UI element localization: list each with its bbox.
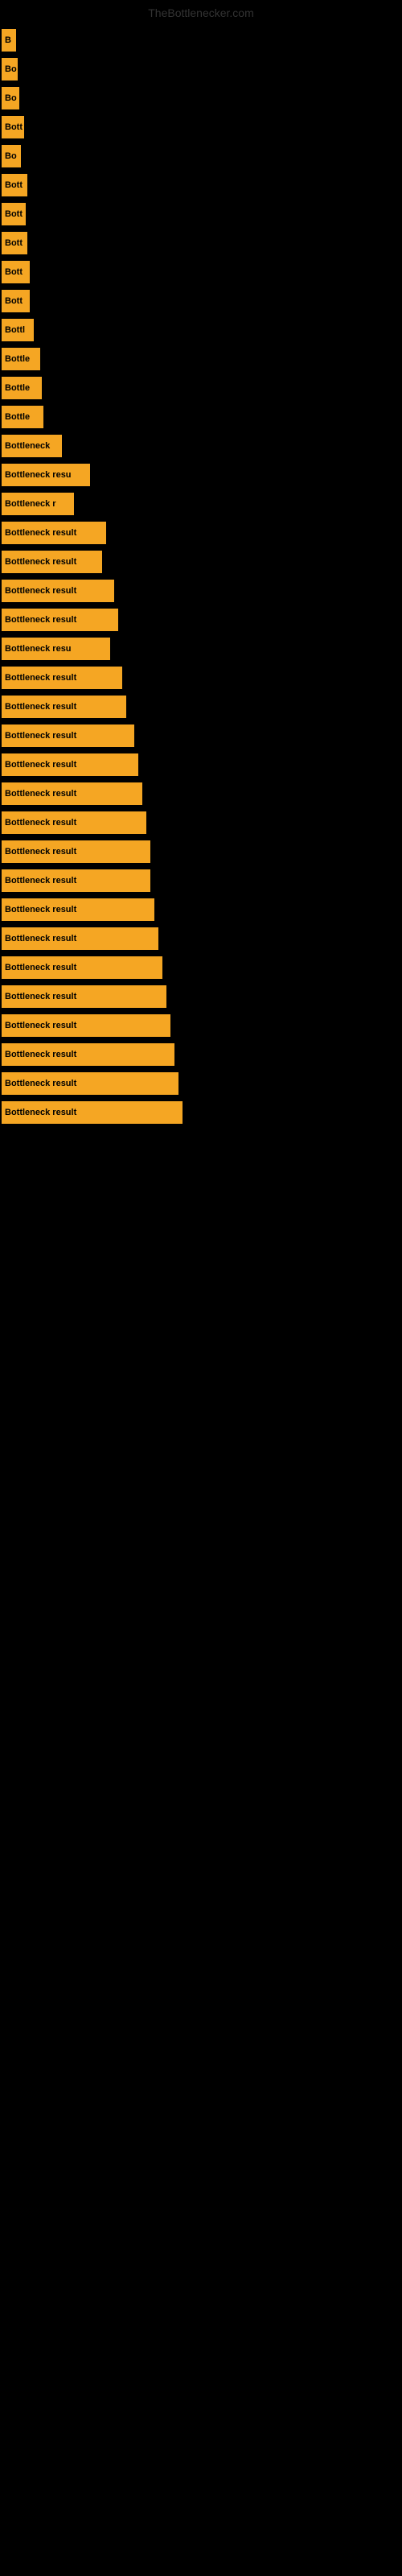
- list-item: Bottleneck result: [0, 547, 402, 576]
- bottleneck-bar: Bottleneck result: [2, 956, 162, 979]
- site-title: TheBottlenecker.com: [0, 0, 402, 26]
- bottleneck-bar: Bottle: [2, 377, 42, 399]
- bottleneck-bar: Bottleneck result: [2, 522, 106, 544]
- bottleneck-bar: Bo: [2, 145, 21, 167]
- list-item: Bott: [0, 200, 402, 229]
- list-item: Bottleneck: [0, 431, 402, 460]
- list-item: Bottleneck result: [0, 1069, 402, 1098]
- list-item: Bott: [0, 113, 402, 142]
- bottleneck-bar: Bottleneck result: [2, 580, 114, 602]
- bottleneck-bar: Bottleneck result: [2, 1072, 178, 1095]
- bottleneck-bar: Bottleneck result: [2, 1101, 183, 1124]
- bottleneck-bar: Bottleneck resu: [2, 464, 90, 486]
- list-item: Bottleneck result: [0, 779, 402, 808]
- bottleneck-bar: B: [2, 29, 16, 52]
- list-item: Bottleneck result: [0, 837, 402, 866]
- list-item: Bott: [0, 229, 402, 258]
- bottleneck-bar: Bo: [2, 87, 19, 109]
- list-item: Bottleneck result: [0, 1011, 402, 1040]
- bottleneck-bar: Bott: [2, 203, 26, 225]
- bottleneck-bar: Bott: [2, 116, 24, 138]
- list-item: Bottleneck result: [0, 721, 402, 750]
- list-item: Bottleneck result: [0, 750, 402, 779]
- bottleneck-bar: Bottleneck result: [2, 811, 146, 834]
- list-item: Bottleneck r: [0, 489, 402, 518]
- list-item: Bottleneck result: [0, 924, 402, 953]
- bottleneck-bar: Bottle: [2, 406, 43, 428]
- bottleneck-bar: Bottleneck result: [2, 898, 154, 921]
- bottleneck-bar: Bottleneck result: [2, 724, 134, 747]
- list-item: Bo: [0, 142, 402, 171]
- list-item: Bottleneck result: [0, 692, 402, 721]
- bottleneck-bar: Bott: [2, 290, 30, 312]
- list-item: Bottleneck resu: [0, 460, 402, 489]
- list-item: Bottle: [0, 345, 402, 374]
- list-item: Bottleneck result: [0, 1040, 402, 1069]
- bottleneck-bar: Bottleneck result: [2, 782, 142, 805]
- list-item: Bottleneck result: [0, 1098, 402, 1127]
- list-item: Bo: [0, 55, 402, 84]
- bars-container: B Bo Bo Bott Bo Bott Bott Bott Bott Bott Bottl Bott…: [0, 26, 402, 1127]
- list-item: Bottleneck result: [0, 982, 402, 1011]
- bottleneck-bar: Bott: [2, 174, 27, 196]
- bottleneck-bar: Bottl: [2, 319, 34, 341]
- bottleneck-bar: Bottleneck resu: [2, 638, 110, 660]
- bottleneck-bar: Bott: [2, 261, 30, 283]
- list-item: Bo: [0, 84, 402, 113]
- list-item: Bottleneck result: [0, 605, 402, 634]
- list-item: Bottleneck result: [0, 518, 402, 547]
- list-item: Bottleneck result: [0, 576, 402, 605]
- list-item: Bottleneck result: [0, 866, 402, 895]
- list-item: Bott: [0, 258, 402, 287]
- bottleneck-bar: Bott: [2, 232, 27, 254]
- bottleneck-bar: Bottleneck result: [2, 869, 150, 892]
- list-item: Bottle: [0, 402, 402, 431]
- list-item: Bottleneck resu: [0, 634, 402, 663]
- list-item: Bottleneck result: [0, 895, 402, 924]
- bottleneck-bar: Bottleneck result: [2, 667, 122, 689]
- list-item: Bott: [0, 171, 402, 200]
- bottleneck-bar: Bottleneck result: [2, 985, 166, 1008]
- bottleneck-bar: Bottleneck result: [2, 696, 126, 718]
- list-item: Bottleneck result: [0, 953, 402, 982]
- bottleneck-bar: Bottleneck result: [2, 927, 158, 950]
- bottleneck-bar: Bottleneck result: [2, 1014, 170, 1037]
- bottleneck-bar: Bottleneck result: [2, 1043, 174, 1066]
- bottleneck-bar: Bottleneck result: [2, 753, 138, 776]
- list-item: Bottl: [0, 316, 402, 345]
- list-item: Bottle: [0, 374, 402, 402]
- bottleneck-bar: Bottleneck result: [2, 609, 118, 631]
- list-item: B: [0, 26, 402, 55]
- bottleneck-bar: Bottleneck: [2, 435, 62, 457]
- bottleneck-bar: Bo: [2, 58, 18, 80]
- bottleneck-bar: Bottle: [2, 348, 40, 370]
- bottleneck-bar: Bottleneck result: [2, 551, 102, 573]
- bottleneck-bar: Bottleneck result: [2, 840, 150, 863]
- bottleneck-bar: Bottleneck r: [2, 493, 74, 515]
- list-item: Bott: [0, 287, 402, 316]
- list-item: Bottleneck result: [0, 663, 402, 692]
- list-item: Bottleneck result: [0, 808, 402, 837]
